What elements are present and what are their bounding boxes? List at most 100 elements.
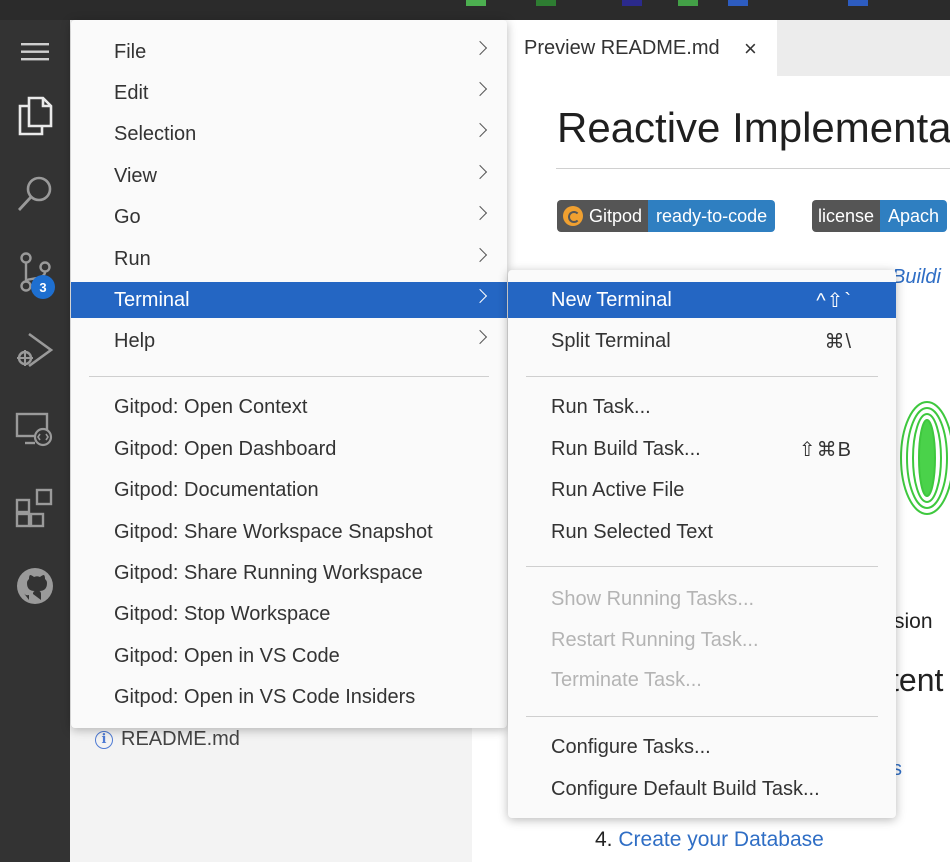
list-item-number: 4. — [595, 828, 613, 851]
shortcut-run-build-task: ⇧⌘B — [798, 438, 852, 461]
list-item: 4. Create your Database — [595, 828, 824, 852]
heading-fragment: tent — [890, 662, 944, 698]
close-icon[interactable]: × — [744, 36, 757, 62]
application-menu: File Edit Selection View Go Run Terminal… — [71, 20, 507, 728]
menu-item-label: Gitpod: Stop Workspace — [114, 602, 331, 625]
license-badge[interactable]: license Apach — [812, 200, 948, 232]
info-icon: i — [95, 730, 113, 749]
menu-item-run-selected-text[interactable]: Run Selected Text — [508, 514, 896, 550]
source-control-badge: 3 — [31, 275, 55, 299]
menu-item-run[interactable]: Run — [71, 241, 507, 277]
chevron-right-icon — [472, 122, 488, 138]
menu-item-label: Run Task... — [551, 395, 651, 418]
readme-heading: Reactive Implementa — [557, 104, 950, 151]
menu-item-label: Terminate Task... — [551, 668, 702, 691]
menu-item-gitpod-stop-workspace[interactable]: Gitpod: Stop Workspace — [71, 596, 507, 632]
menu-item-gitpod-open-context[interactable]: Gitpod: Open Context — [71, 389, 507, 425]
menu-item-label: Configure Default Build Task... — [551, 777, 820, 800]
list-item-link[interactable]: Create your Database — [618, 828, 823, 851]
menu-item-gitpod-open-vscode[interactable]: Gitpod: Open in VS Code — [71, 638, 507, 674]
menu-item-show-running-tasks: Show Running Tasks... — [508, 581, 896, 617]
menu-separator — [89, 376, 489, 377]
menu-item-view[interactable]: View — [71, 158, 507, 194]
menu-item-gitpod-share-snapshot[interactable]: Gitpod: Share Workspace Snapshot — [71, 514, 507, 550]
gitpod-logo-icon — [563, 206, 583, 226]
link-fragment[interactable]: Buildi — [892, 266, 941, 289]
menu-item-go[interactable]: Go — [71, 199, 507, 235]
menu-item-label: New Terminal — [551, 288, 672, 311]
tray-icon-darkgreen — [536, 0, 556, 6]
menu-item-label: Split Terminal — [551, 329, 671, 352]
shortcut-split-terminal: ⌘\ — [824, 330, 852, 353]
menu-item-gitpod-share-running[interactable]: Gitpod: Share Running Workspace — [71, 555, 507, 591]
menu-item-label: Run — [114, 247, 151, 270]
menu-item-split-terminal[interactable]: Split Terminal ⌘\ — [508, 323, 896, 359]
menu-item-label: Gitpod: Open in VS Code Insiders — [114, 685, 416, 708]
menu-item-restart-running-task: Restart Running Task... — [508, 622, 896, 658]
menu-item-selection[interactable]: Selection — [71, 116, 507, 152]
chevron-right-icon — [472, 288, 488, 304]
shortcut-new-terminal: ^⇧` — [816, 289, 852, 312]
menu-item-label: Gitpod: Share Workspace Snapshot — [114, 520, 433, 543]
menu-item-file[interactable]: File — [71, 34, 507, 70]
tab-preview-readme[interactable]: Preview README.md × — [472, 20, 777, 76]
menu-item-label: Run Selected Text — [551, 520, 713, 543]
tab-bar: Preview README.md × — [472, 20, 950, 76]
license-badge-left: license — [812, 200, 881, 232]
chevron-right-icon — [472, 205, 488, 221]
menu-separator — [526, 376, 878, 377]
window-top-strip — [0, 0, 950, 20]
menu-item-label: Gitpod: Open Context — [114, 395, 308, 418]
menu-item-run-build-task[interactable]: Run Build Task... ⇧⌘B — [508, 431, 896, 467]
menu-separator — [526, 716, 878, 717]
sidebar-file-label: README.md — [121, 728, 240, 750]
menu-icon[interactable] — [0, 20, 70, 84]
menu-item-label: Help — [114, 329, 156, 352]
menu-item-label: Gitpod: Share Running Workspace — [114, 561, 423, 584]
menu-item-terminate-task: Terminate Task... — [508, 662, 896, 698]
gitpod-badge-left: Gitpod — [589, 205, 643, 226]
github-icon[interactable] — [0, 554, 70, 618]
remote-explorer-icon[interactable] — [0, 398, 70, 462]
menu-item-label: Go — [114, 205, 141, 228]
menu-item-label: Gitpod: Documentation — [114, 478, 319, 501]
chevron-right-icon — [472, 81, 488, 97]
menu-item-edit[interactable]: Edit — [71, 75, 507, 111]
menu-item-label: Show Running Tasks... — [551, 587, 755, 610]
tray-icon-blue-2 — [848, 0, 868, 6]
sidebar-file-readme[interactable]: i README.md — [95, 728, 240, 751]
menu-item-configure-default-build-task[interactable]: Configure Default Build Task... — [508, 771, 896, 807]
chevron-right-icon — [472, 247, 488, 263]
menu-item-label: Configure Tasks... — [551, 735, 711, 758]
run-debug-icon[interactable] — [0, 318, 70, 382]
gitpod-badge[interactable]: Gitpod ready-to-code — [557, 200, 776, 232]
menu-item-label: Restart Running Task... — [551, 628, 759, 651]
menu-item-terminal[interactable]: Terminal — [71, 282, 507, 318]
tray-icon-green — [466, 0, 486, 6]
heading-divider — [556, 168, 950, 169]
search-icon[interactable] — [0, 162, 70, 226]
menu-item-gitpod-documentation[interactable]: Gitpod: Documentation — [71, 472, 507, 508]
tray-icon-green-2 — [678, 0, 698, 6]
menu-item-new-terminal[interactable]: New Terminal ^⇧` — [508, 282, 896, 318]
menu-item-configure-tasks[interactable]: Configure Tasks... — [508, 729, 896, 765]
menu-item-label: File — [114, 40, 147, 63]
menu-item-run-task[interactable]: Run Task... — [508, 389, 896, 425]
chevron-right-icon — [472, 164, 488, 180]
menu-item-run-active-file[interactable]: Run Active File — [508, 472, 896, 508]
terminal-submenu: New Terminal ^⇧` Split Terminal ⌘\ Run Tas… — [508, 270, 896, 818]
menu-separator — [526, 566, 878, 567]
extensions-icon[interactable] — [0, 476, 70, 540]
chevron-right-icon — [472, 40, 488, 56]
menu-item-gitpod-open-vscode-insiders[interactable]: Gitpod: Open in VS Code Insiders — [71, 679, 507, 715]
files-icon[interactable] — [0, 84, 70, 148]
license-badge-right: Apach — [880, 200, 948, 232]
tray-icon-indigo — [622, 0, 642, 6]
tray-icon-blue — [728, 0, 748, 6]
tab-label: Preview README.md — [524, 37, 720, 59]
menu-item-label: Run Active File — [551, 478, 685, 501]
menu-item-label: Terminal — [114, 288, 190, 311]
menu-item-help[interactable]: Help — [71, 323, 507, 359]
menu-item-gitpod-open-dashboard[interactable]: Gitpod: Open Dashboard — [71, 431, 507, 467]
menu-item-label: Run Build Task... — [551, 437, 701, 460]
